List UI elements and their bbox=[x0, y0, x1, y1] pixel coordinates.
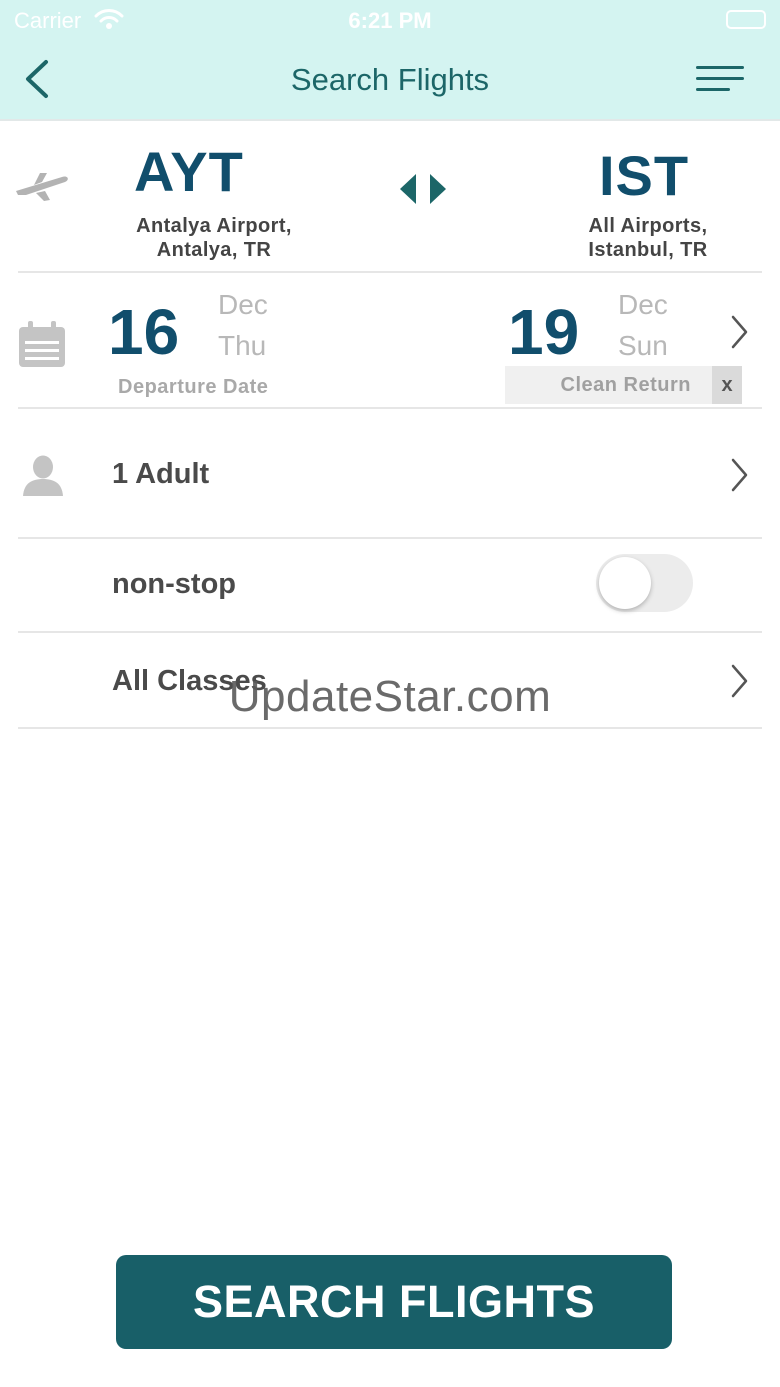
origin-code[interactable]: AYT bbox=[134, 139, 244, 204]
return-month: Dec bbox=[618, 289, 668, 320]
battery-icon bbox=[726, 10, 766, 29]
passenger-count: 1 Adult bbox=[112, 458, 210, 490]
top-bar: Carrier 6:21 PM Search Flights bbox=[0, 0, 780, 121]
origin-airport-name: Antalya Airport, bbox=[136, 215, 292, 237]
destination-code[interactable]: IST bbox=[599, 143, 689, 208]
clean-return-label: Clean Return bbox=[560, 374, 691, 396]
origin-city: Antalya, TR bbox=[156, 239, 272, 261]
person-icon bbox=[22, 455, 64, 502]
plane-icon bbox=[14, 165, 70, 210]
clean-return-button[interactable]: Clean Return x bbox=[505, 366, 742, 404]
chevron-right-icon[interactable] bbox=[730, 664, 750, 703]
status-bar: Carrier 6:21 PM bbox=[0, 0, 780, 40]
passenger-selector[interactable]: 1 Adult bbox=[18, 409, 762, 539]
cabin-class-label: All Classes bbox=[112, 665, 267, 697]
toggle-knob bbox=[599, 557, 651, 609]
return-weekday: Sun bbox=[618, 330, 668, 361]
destination-airport[interactable]: All Airports, Istanbul, TR bbox=[548, 214, 748, 262]
return-day[interactable]: 19 bbox=[508, 295, 579, 369]
nonstop-toggle[interactable] bbox=[596, 554, 693, 612]
destination-city: Istanbul, TR bbox=[588, 239, 708, 261]
chevron-right-icon[interactable] bbox=[730, 315, 750, 354]
route-selector[interactable]: AYT Antalya Airport, Antalya, TR IST All… bbox=[16, 121, 762, 273]
origin-airport[interactable]: Antalya Airport, Antalya, TR bbox=[88, 214, 340, 262]
calendar-icon bbox=[18, 321, 66, 374]
cabin-class-selector[interactable]: All Classes bbox=[18, 633, 762, 729]
clean-return-close-icon[interactable]: x bbox=[712, 366, 742, 404]
date-selector[interactable]: 16 Dec Thu Departure Date 19 Dec Sun Cle… bbox=[18, 273, 762, 409]
departure-day[interactable]: 16 bbox=[108, 295, 179, 369]
search-flights-button[interactable]: SEARCH FLIGHTS bbox=[116, 1255, 672, 1349]
destination-airport-name: All Airports, bbox=[588, 215, 708, 237]
departure-month: Dec bbox=[218, 289, 268, 320]
swap-arrows-icon[interactable] bbox=[398, 173, 450, 210]
departure-date-label: Departure Date bbox=[118, 376, 269, 398]
page-title: Search Flights bbox=[290, 62, 490, 97]
nonstop-label: non-stop bbox=[112, 568, 237, 600]
hamburger-menu-icon[interactable] bbox=[696, 66, 744, 94]
departure-weekday: Thu bbox=[218, 330, 267, 361]
chevron-right-icon[interactable] bbox=[730, 458, 750, 497]
status-time: 6:21 PM bbox=[348, 8, 432, 33]
nonstop-row: non-stop bbox=[18, 539, 762, 633]
